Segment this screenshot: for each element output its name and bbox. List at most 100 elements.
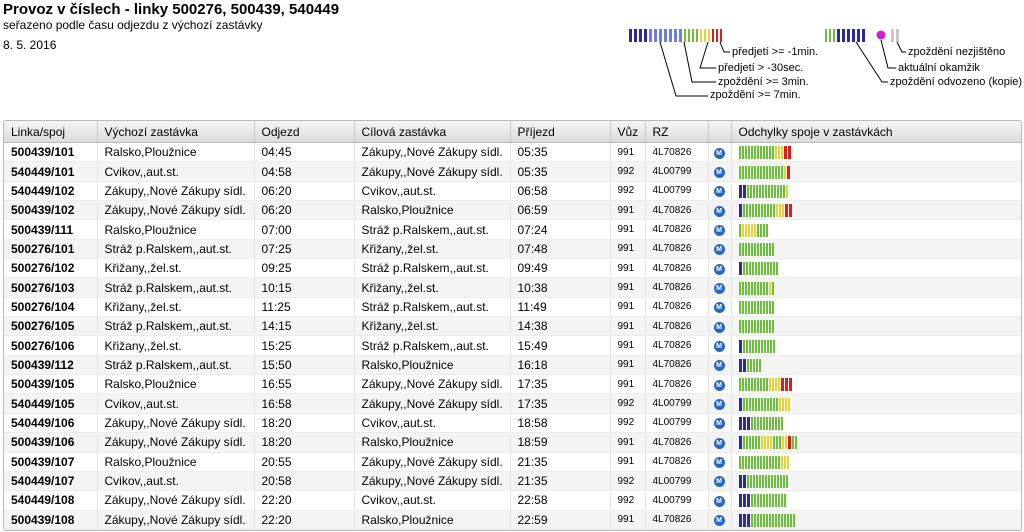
vehicle-m-icon[interactable]: M xyxy=(713,379,725,391)
deviation-bar-ontime xyxy=(746,358,749,372)
table-row[interactable]: 540449/101 Cvikov,,aut.st. 04:58 Zákupy,,No… xyxy=(4,161,1021,182)
deviation-bar-ontime xyxy=(746,184,749,198)
table-cell-icon: M xyxy=(708,432,732,453)
deviation-bar-ontime xyxy=(779,475,782,489)
table-cell-rz: 4L70826 xyxy=(645,355,709,376)
deviation-bar-ontime xyxy=(756,165,759,179)
deviation-bar-ontime xyxy=(774,494,777,508)
table-row[interactable]: 540449/105 Cvikov,,aut.st. 16:58 Zákupy,,No… xyxy=(4,393,1021,414)
table-cell-deviations xyxy=(731,161,1021,182)
table-row[interactable]: 500276/105 Stráž p.Ralskem,,aut.st. 14:15 K… xyxy=(4,316,1021,337)
table-row[interactable]: 500439/107 Ralsko,Ploužnice 20:55 Zákupy,,N… xyxy=(4,452,1021,472)
deviation-bar-ontime xyxy=(756,494,759,508)
deviation-bars xyxy=(738,397,790,411)
table-row[interactable]: 500439/111 Ralsko,Ploužnice 07:00 Stráž p.R… xyxy=(4,219,1021,240)
table-cell-line: 500276/101 xyxy=(4,239,98,260)
deviation-bar-ontime xyxy=(761,475,764,489)
deviation-bar-ontime xyxy=(752,358,755,372)
table-row[interactable]: 500276/103 Stráž p.Ralskem,,aut.st. 10:15 K… xyxy=(4,277,1021,298)
deviation-bar-late xyxy=(778,204,781,218)
deviation-bar-ontime xyxy=(772,397,775,411)
table-row[interactable]: 500276/106 Křižany,,žel.st. 15:25 Stráž p.R… xyxy=(4,335,1021,356)
vehicle-m-icon[interactable]: M xyxy=(713,321,725,333)
deviation-bar-ontime xyxy=(747,242,750,256)
deviation-bar-ontime xyxy=(757,339,760,353)
deviation-bar-ontime xyxy=(753,378,756,392)
vehicle-m-icon[interactable]: M xyxy=(713,205,725,217)
deviation-bar-ontime xyxy=(756,416,759,430)
deviation-bar-ontime xyxy=(753,416,756,430)
deviation-bar-ontime xyxy=(750,513,753,527)
deviation-bar-late xyxy=(771,378,774,392)
vehicle-m-icon[interactable]: M xyxy=(713,224,725,236)
vehicle-m-icon[interactable]: M xyxy=(713,360,725,372)
vehicle-m-icon[interactable]: M xyxy=(713,476,725,488)
table-row[interactable]: 500439/108 Zákupy,,Nové Zákupy sídl. 22:20… xyxy=(4,510,1021,530)
deviation-bar-ontime xyxy=(747,300,750,314)
deviation-bars xyxy=(738,339,775,353)
deviation-bar-late xyxy=(780,455,783,469)
col-header-from[interactable]: Výchozí zastávka xyxy=(97,121,255,143)
vehicle-m-icon[interactable]: M xyxy=(713,302,725,314)
col-header-to[interactable]: Cílová zastávka xyxy=(354,121,511,143)
col-header-deviations[interactable]: Odchylky spoje v zastávkách xyxy=(731,121,1021,143)
deviation-bar-ontime xyxy=(766,339,769,353)
table-cell-deviations xyxy=(731,297,1021,318)
table-row[interactable]: 500439/112 Stráž p.Ralskem,,aut.st. 15:50 R… xyxy=(4,355,1021,376)
col-header-arrival[interactable]: Příjezd xyxy=(510,121,611,143)
deviation-bar-early xyxy=(738,397,742,411)
table-row[interactable]: 500276/104 Křižany,,žel.st. 11:25 Stráž p.R… xyxy=(4,297,1021,318)
col-header-departure[interactable]: Odjezd xyxy=(254,121,355,143)
deviation-bar-late xyxy=(784,436,787,450)
table-row[interactable]: 500439/105 Ralsko,Ploužnice 16:55 Zákupy,,N… xyxy=(4,374,1021,395)
table-row[interactable]: 540449/106 Zákupy,,Nové Zákupy sídl. 18:20… xyxy=(4,413,1021,434)
table-cell-line: 540449/105 xyxy=(4,393,98,414)
deviation-bar-ontime xyxy=(786,513,789,527)
table-cell-line: 500439/102 xyxy=(4,200,98,221)
col-header-car[interactable]: Vůz xyxy=(610,121,646,143)
table-row[interactable]: 540449/102 Zákupy,,Nové Zákupy sídl. 06:20… xyxy=(4,181,1021,202)
deviation-bar-ontime xyxy=(765,223,768,237)
deviation-bar-ontime xyxy=(777,494,780,508)
deviation-bar-ontime xyxy=(752,184,755,198)
deviation-bar-ontime xyxy=(750,165,753,179)
vehicle-m-icon[interactable]: M xyxy=(713,418,725,430)
deviation-bar-ontime xyxy=(756,300,759,314)
deviation-bar-ontime xyxy=(738,242,741,256)
table-cell-car: 991 xyxy=(610,510,646,530)
vehicle-m-icon[interactable]: M xyxy=(713,166,725,178)
table-cell-car: 992 xyxy=(610,471,646,492)
table-row[interactable]: 500276/102 Křižany,,žel.st. 09:25 Stráž p.R… xyxy=(4,258,1021,279)
vehicle-m-icon[interactable]: M xyxy=(713,263,725,275)
vehicle-m-icon[interactable]: M xyxy=(713,398,725,410)
vehicle-m-icon[interactable]: M xyxy=(713,282,725,294)
col-header-line[interactable]: Linka/spoj xyxy=(4,121,98,143)
vehicle-m-icon[interactable]: M xyxy=(713,244,725,256)
deviation-bar-ontime xyxy=(762,223,765,237)
table-cell-line: 500276/105 xyxy=(4,316,98,337)
deviation-bar-ontime xyxy=(753,242,756,256)
deviation-bar-ontime xyxy=(747,165,750,179)
deviation-bar-ontime xyxy=(777,165,780,179)
table-row[interactable]: 500439/106 Zákupy,,Nové Zákupy sídl. 18:20… xyxy=(4,432,1021,453)
table-row[interactable]: 540449/107 Cvikov,,aut.st. 20:58 Zákupy,,No… xyxy=(4,471,1021,492)
table-row[interactable]: 540449/108 Zákupy,,Nové Zákupy sídl. 22:20… xyxy=(4,490,1021,511)
vehicle-m-icon[interactable]: M xyxy=(713,186,725,198)
vehicle-m-icon[interactable]: M xyxy=(713,457,725,468)
table-row[interactable]: 500439/102 Zákupy,,Nové Zákupy sídl. 06:20… xyxy=(4,200,1021,221)
col-header-rz[interactable]: RZ xyxy=(645,121,709,143)
vehicle-m-icon[interactable]: M xyxy=(713,340,725,352)
deviation-bar-ontime xyxy=(776,475,779,489)
vehicle-m-icon[interactable]: M xyxy=(713,515,725,527)
deviation-bars xyxy=(738,242,774,256)
deviation-bar-ontime xyxy=(745,262,748,276)
table-row[interactable]: 500439/101 Ralsko,Ploužnice 04:45 Zákupy,,N… xyxy=(4,142,1021,163)
deviation-bar-ontime xyxy=(762,320,765,334)
table-cell-line: 500439/107 xyxy=(4,452,98,472)
table-cell-arrival: 05:35 xyxy=(510,142,611,163)
vehicle-m-icon[interactable]: M xyxy=(713,147,725,159)
table-row[interactable]: 500276/101 Stráž p.Ralskem,,aut.st. 07:25 K… xyxy=(4,239,1021,260)
deviation-bar-early xyxy=(742,494,746,508)
vehicle-m-icon[interactable]: M xyxy=(713,437,725,449)
vehicle-m-icon[interactable]: M xyxy=(713,495,725,507)
